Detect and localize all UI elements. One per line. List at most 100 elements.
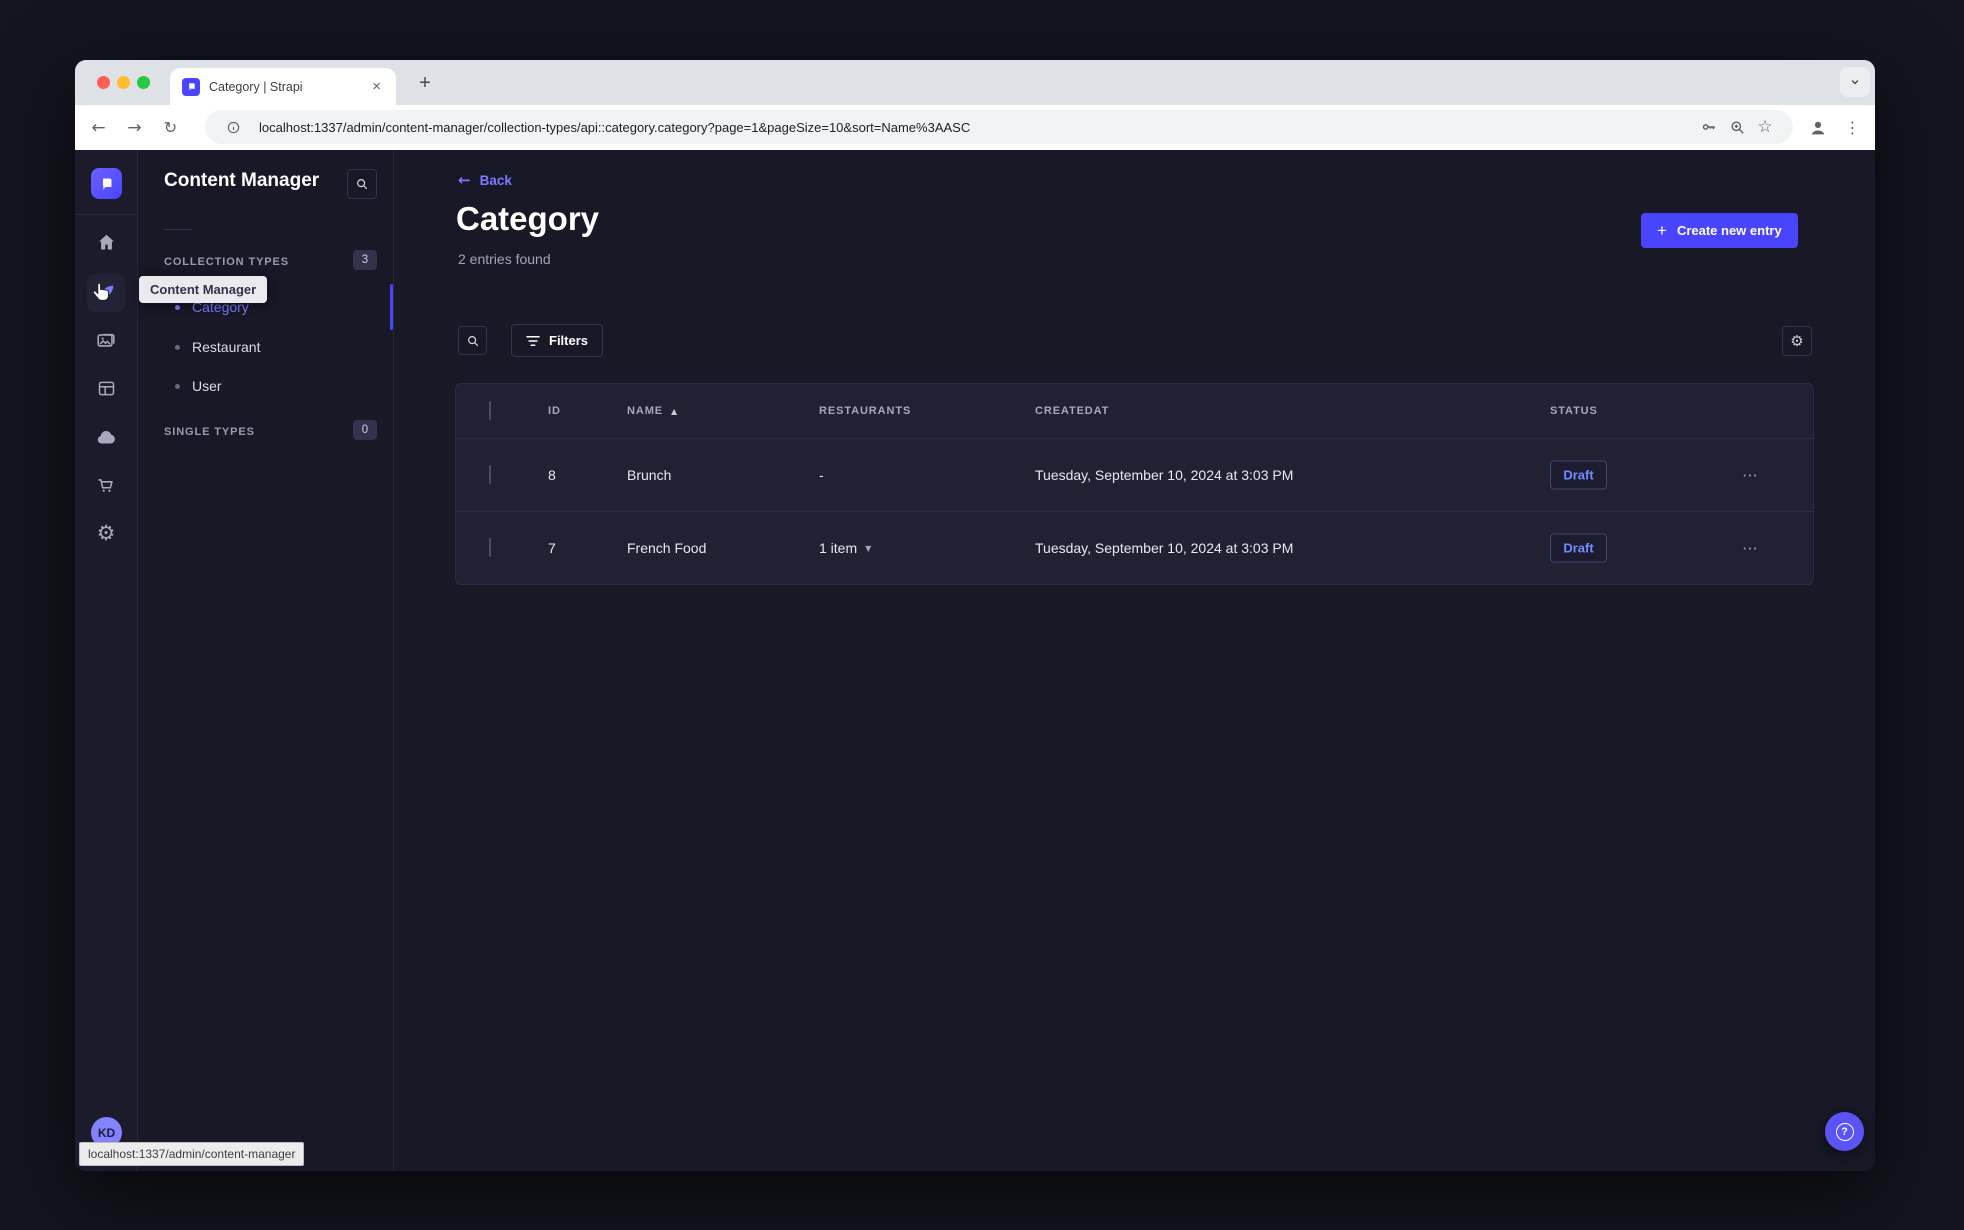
column-header-restaurants[interactable]: RESTAURANTS bbox=[819, 405, 911, 417]
url-text[interactable]: localhost:1337/admin/content-manager/col… bbox=[259, 120, 1695, 135]
column-header-createdat[interactable]: CREATEDAT bbox=[1035, 405, 1109, 417]
sort-ascending-icon: ▲ bbox=[671, 406, 679, 416]
sidebar-item-label: Restaurant bbox=[192, 339, 261, 355]
active-item-indicator bbox=[390, 284, 393, 330]
collection-types-count-badge: 3 bbox=[353, 250, 377, 270]
close-tab-icon[interactable]: × bbox=[369, 77, 384, 96]
subnav-search-button[interactable] bbox=[347, 169, 377, 199]
browser-tab-strip: Category | Strapi × + bbox=[75, 60, 1875, 105]
back-button[interactable]: ← bbox=[83, 112, 114, 143]
nav-content-type-builder-button[interactable] bbox=[87, 369, 125, 407]
mouse-cursor bbox=[89, 280, 114, 310]
chevron-down-icon: ▼ bbox=[865, 543, 872, 553]
close-window-button[interactable] bbox=[97, 76, 110, 89]
filters-button[interactable]: Filters bbox=[511, 324, 604, 357]
images-icon bbox=[97, 333, 115, 347]
cell-createdat: Tuesday, September 10, 2024 at 3:03 PM bbox=[1035, 467, 1294, 483]
filters-label: Filters bbox=[549, 333, 589, 348]
nav-settings-button[interactable]: ⚙ bbox=[87, 514, 125, 552]
help-button[interactable]: ? bbox=[1825, 1112, 1864, 1151]
home-icon bbox=[98, 234, 114, 249]
restaurants-count-label: 1 item bbox=[819, 540, 858, 556]
arrow-left-icon: ← bbox=[458, 171, 471, 189]
profile-avatar-icon[interactable] bbox=[1802, 112, 1833, 143]
single-types-count-badge: 0 bbox=[353, 420, 377, 440]
back-link[interactable]: ← Back bbox=[458, 171, 512, 189]
column-header-status[interactable]: STATUS bbox=[1550, 405, 1598, 417]
search-icon bbox=[357, 179, 368, 190]
table-row[interactable]: 7 French Food 1 item ▼ Tuesday, Septembe… bbox=[456, 512, 1813, 584]
cell-name: French Food bbox=[627, 540, 707, 556]
search-icon bbox=[467, 335, 478, 346]
content-manager-subnav: Content Manager COLLECTION TYPES 3 Categ… bbox=[138, 150, 394, 1171]
question-icon: ? bbox=[1835, 1122, 1854, 1141]
browser-tab[interactable]: Category | Strapi × bbox=[170, 68, 396, 105]
collection-types-label: COLLECTION TYPES bbox=[164, 256, 290, 268]
browser-menu-icon[interactable]: ⋮ bbox=[1837, 112, 1868, 143]
desktop-background: Category | Strapi × + ← → ↻ localhost:13… bbox=[0, 0, 1964, 1230]
sidebar-item-user[interactable]: User bbox=[138, 366, 393, 406]
entries-table: ID NAME ▲ RESTAURANTS CREATEDAT STATUS 8… bbox=[455, 383, 1814, 585]
page-title: Category bbox=[456, 200, 600, 237]
nav-home-button[interactable] bbox=[87, 223, 125, 261]
browser-toolbar: ← → ↻ localhost:1337/admin/content-manag… bbox=[75, 105, 1875, 150]
gear-icon: ⚙ bbox=[1790, 332, 1804, 350]
table-search-button[interactable] bbox=[458, 326, 487, 355]
maximize-window-button[interactable] bbox=[137, 76, 150, 89]
row-actions-button[interactable]: ⋯ bbox=[1742, 539, 1759, 558]
nav-media-library-button[interactable] bbox=[87, 321, 125, 359]
column-header-id[interactable]: ID bbox=[548, 405, 561, 417]
browser-window: Category | Strapi × + ← → ↻ localhost:13… bbox=[75, 60, 1875, 1171]
password-manager-icon[interactable] bbox=[1695, 113, 1723, 141]
select-all-checkbox[interactable] bbox=[489, 401, 491, 420]
strapi-logo[interactable] bbox=[91, 168, 122, 199]
tab-title: Category | Strapi bbox=[209, 79, 303, 94]
status-badge: Draft bbox=[1550, 533, 1607, 563]
bookmark-star-icon[interactable]: ☆ bbox=[1751, 113, 1779, 141]
nav-marketplace-button[interactable] bbox=[87, 466, 125, 504]
table-row[interactable]: 8 Brunch - Tuesday, September 10, 2024 a… bbox=[456, 439, 1813, 512]
cloud-icon bbox=[97, 431, 115, 444]
bullet-icon bbox=[175, 344, 180, 350]
create-new-entry-label: Create new entry bbox=[1676, 223, 1782, 238]
cell-name: Brunch bbox=[627, 467, 672, 483]
reload-button[interactable]: ↻ bbox=[155, 112, 186, 143]
nav-cloud-button[interactable] bbox=[87, 418, 125, 456]
forward-button[interactable]: → bbox=[119, 112, 150, 143]
cell-id: 7 bbox=[548, 540, 556, 556]
tab-search-button[interactable] bbox=[1840, 67, 1870, 97]
address-bar[interactable]: localhost:1337/admin/content-manager/col… bbox=[205, 110, 1793, 144]
new-tab-button[interactable]: + bbox=[411, 69, 439, 97]
subnav-divider bbox=[164, 229, 192, 230]
chevron-down-icon bbox=[1851, 80, 1859, 85]
row-checkbox[interactable] bbox=[489, 538, 491, 557]
status-badge: Draft bbox=[1550, 460, 1607, 490]
cart-icon bbox=[98, 479, 113, 492]
cell-createdat: Tuesday, September 10, 2024 at 3:03 PM bbox=[1035, 540, 1294, 556]
bullet-icon bbox=[175, 304, 180, 310]
rail-divider bbox=[75, 214, 137, 215]
filter-icon bbox=[526, 335, 540, 346]
row-checkbox[interactable] bbox=[489, 465, 491, 484]
back-link-label: Back bbox=[479, 172, 512, 188]
gear-icon: ⚙ bbox=[96, 521, 116, 545]
column-header-name-label: NAME bbox=[627, 405, 663, 417]
minimize-window-button[interactable] bbox=[117, 76, 130, 89]
sidebar-item-label: User bbox=[192, 378, 222, 394]
link-status-bubble: localhost:1337/admin/content-manager bbox=[79, 1142, 305, 1166]
plus-icon: + bbox=[1657, 221, 1667, 240]
cell-id: 8 bbox=[548, 467, 556, 483]
single-types-label: SINGLE TYPES bbox=[164, 426, 255, 438]
site-info-icon[interactable] bbox=[219, 113, 247, 141]
cell-restaurants: - bbox=[819, 467, 824, 483]
row-actions-button[interactable]: ⋯ bbox=[1742, 466, 1759, 485]
subnav-title: Content Manager bbox=[164, 170, 320, 191]
sidebar-item-restaurant[interactable]: Restaurant bbox=[138, 327, 393, 367]
column-header-name[interactable]: NAME ▲ bbox=[627, 405, 678, 417]
bullet-icon bbox=[175, 383, 180, 389]
create-new-entry-button[interactable]: + Create new entry bbox=[1641, 213, 1798, 248]
cell-restaurants[interactable]: 1 item ▼ bbox=[819, 540, 871, 556]
view-settings-button[interactable]: ⚙ bbox=[1782, 326, 1812, 356]
layout-icon bbox=[98, 381, 114, 395]
zoom-icon[interactable] bbox=[1723, 113, 1751, 141]
